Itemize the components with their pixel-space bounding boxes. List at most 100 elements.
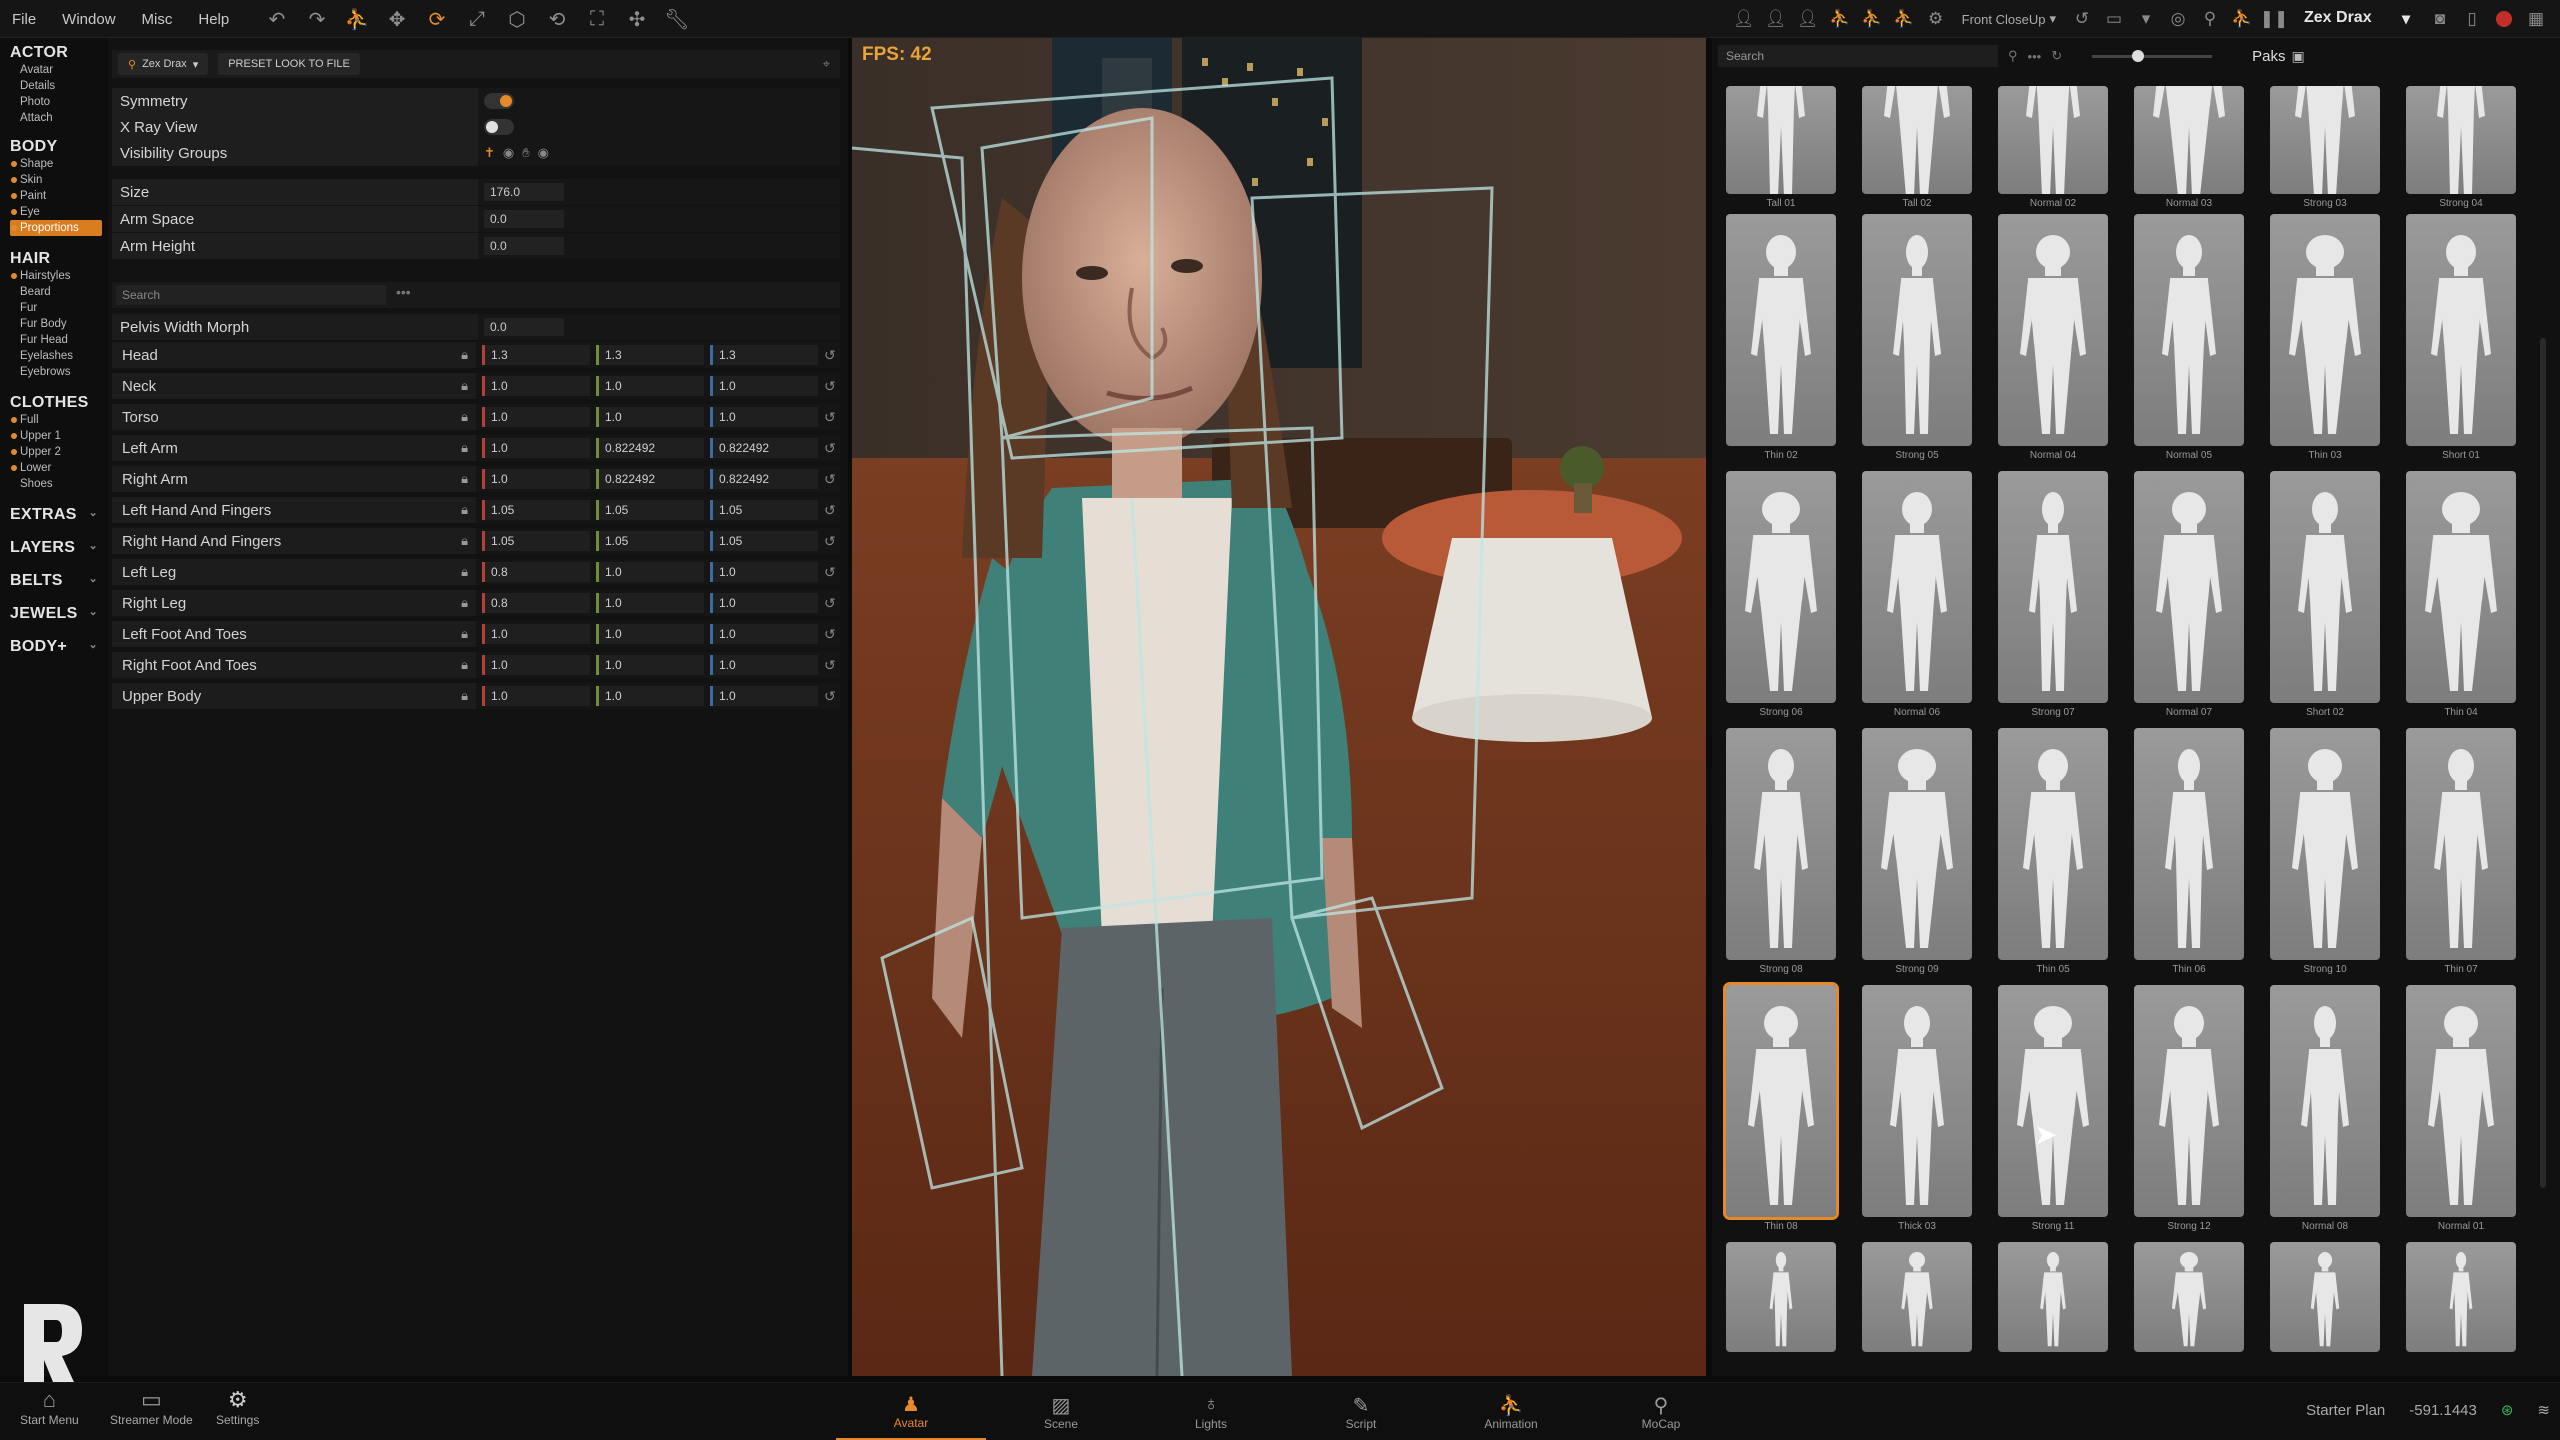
sidebar-item-eyelashes[interactable]: Eyelashes <box>10 348 108 364</box>
asset-tile[interactable]: Normal 01 <box>2406 985 2516 1233</box>
lock-icon[interactable]: 🔒︎ <box>461 347 468 363</box>
asset-tile[interactable]: Thick 03 <box>1862 985 1972 1233</box>
asset-tile[interactable]: Thin 04 <box>2406 471 2516 719</box>
gear-icon[interactable]: ⚙ <box>1922 4 1950 34</box>
redo-icon[interactable]: ↷ <box>302 4 332 34</box>
lock-icon[interactable]: 🔒︎ <box>461 626 468 642</box>
asset-tile[interactable] <box>2134 1242 2244 1362</box>
asset-tile[interactable]: Strong 08 <box>1726 728 1836 976</box>
sidebar-item-eye[interactable]: Eye <box>10 204 108 220</box>
lock-icon[interactable]: 🔒︎ <box>461 533 468 549</box>
z-input[interactable]: 1.0 <box>710 686 818 706</box>
loop-icon[interactable]: ⟲ <box>542 4 572 34</box>
size-input[interactable]: 176.0 <box>484 183 564 201</box>
z-input[interactable]: 1.0 <box>710 407 818 427</box>
sidebar-item-upper-1[interactable]: Upper 1 <box>10 428 108 444</box>
sidebar-item-attach[interactable]: Attach <box>10 110 108 126</box>
section-layers[interactable]: LAYERS ⌄ <box>10 539 108 557</box>
refresh-icon[interactable]: ↻ <box>2051 48 2062 64</box>
asset-tile[interactable]: Strong 06 <box>1726 471 1836 719</box>
tab-avatar[interactable]: ♟ Avatar <box>836 1383 986 1440</box>
section-belts[interactable]: BELTS ⌄ <box>10 572 108 590</box>
z-input[interactable]: 1.0 <box>710 624 818 644</box>
lock-icon[interactable]: 🔒︎ <box>461 409 468 425</box>
globe-icon[interactable]: ◎ <box>2164 4 2192 34</box>
sidebar-item-fur-body[interactable]: Fur Body <box>10 316 108 332</box>
reset-icon[interactable]: ↺ <box>824 533 840 550</box>
z-input[interactable]: 1.0 <box>710 655 818 675</box>
asset-tile[interactable]: Strong 10 <box>2270 728 2380 976</box>
sidebar-item-avatar[interactable]: Avatar <box>10 62 108 78</box>
lock-icon[interactable]: 🔒︎ <box>461 440 468 456</box>
camera-select[interactable]: Front CloseUp ▾ <box>1954 11 2064 27</box>
lock-icon[interactable]: 🔒︎ <box>461 688 468 704</box>
tab-script[interactable]: ✎ Script <box>1286 1383 1436 1440</box>
x-input[interactable]: 1.0 <box>482 469 590 489</box>
section-title[interactable]: BODY <box>10 138 108 156</box>
scrollbar[interactable] <box>2540 338 2546 1188</box>
tab-lights[interactable]: ♁ Lights <box>1136 1383 1286 1440</box>
video-camera-icon[interactable]: ▭ <box>2100 4 2128 34</box>
sidebar-item-paint[interactable]: Paint <box>10 188 108 204</box>
asset-tile[interactable]: Strong 12 <box>2134 985 2244 1233</box>
reset-icon[interactable]: ↺ <box>824 688 840 705</box>
asset-tile[interactable]: Strong 07 <box>1998 471 2108 719</box>
select-actors-icon[interactable]: ⛹ <box>342 4 372 34</box>
hand-icon[interactable]: ✋︎ <box>522 145 529 161</box>
asset-tile[interactable]: Thin 08 <box>1723 982 1839 1233</box>
asset-tile[interactable]: Normal 06 <box>1862 471 1972 719</box>
lock-icon[interactable]: 🔒︎ <box>461 595 468 611</box>
asset-tile[interactable]: Tall 01 <box>1726 86 1836 210</box>
x-input[interactable]: 1.0 <box>482 624 590 644</box>
eye-icon[interactable]: ◉ <box>503 145 514 161</box>
y-input[interactable]: 1.0 <box>596 562 704 582</box>
asset-tile[interactable]: Short 01 <box>2406 214 2516 462</box>
asset-tile[interactable]: Strong 09 <box>1862 728 1972 976</box>
reset-icon[interactable]: ↺ <box>824 440 840 457</box>
sidebar-item-fur[interactable]: Fur <box>10 300 108 316</box>
z-input[interactable]: 0.822492 <box>710 438 818 458</box>
reset-icon[interactable]: ↺ <box>824 657 840 674</box>
paks-button[interactable]: Paks ▣ <box>2252 48 2305 65</box>
sidebar-item-lower[interactable]: Lower <box>10 460 108 476</box>
z-input[interactable]: 1.05 <box>710 500 818 520</box>
undo-icon[interactable]: ↶ <box>262 4 292 34</box>
streamer-mode-button[interactable]: ▭ Streamer Mode <box>110 1387 193 1427</box>
reset-icon[interactable]: ↺ <box>824 409 840 426</box>
x-input[interactable]: 1.0 <box>482 407 590 427</box>
x-input[interactable]: 1.05 <box>482 531 590 551</box>
x-input[interactable]: 1.0 <box>482 376 590 396</box>
y-input[interactable]: 1.0 <box>596 686 704 706</box>
person-icon[interactable]: 👤︎ <box>1730 4 1758 34</box>
asset-tile[interactable]: Strong 03 <box>2270 86 2380 210</box>
arm-height-input[interactable]: 0.0 <box>484 237 564 255</box>
chevron-down-icon[interactable]: ▾ <box>2132 4 2160 34</box>
asset-tile[interactable]: Strong 04 <box>2406 86 2516 210</box>
settings-button[interactable]: ⚙ Settings <box>216 1387 259 1427</box>
figure-icon[interactable]: ✝ <box>484 145 495 161</box>
more-icon[interactable]: ••• <box>396 284 411 300</box>
section-title[interactable]: HAIR <box>10 250 108 268</box>
walk-icon[interactable]: ⛹ <box>1858 4 1886 34</box>
lock-icon[interactable]: 🔒︎ <box>461 471 468 487</box>
record-icon[interactable] <box>2496 11 2512 27</box>
sidebar-item-upper-2[interactable]: Upper 2 <box>10 444 108 460</box>
asset-tile[interactable]: Thin 07 <box>2406 728 2516 976</box>
menu-misc[interactable]: Misc <box>142 11 173 28</box>
asset-tile[interactable] <box>1862 1242 1972 1362</box>
asset-tile[interactable]: Thin 02 <box>1726 214 1836 462</box>
x-input[interactable]: 1.05 <box>482 500 590 520</box>
sidebar-item-photo[interactable]: Photo <box>10 94 108 110</box>
section-body-plus[interactable]: BODY+ ⌄ <box>10 638 108 656</box>
z-input[interactable]: 1.0 <box>710 562 818 582</box>
tab-animation[interactable]: ⛹ Animation <box>1436 1383 1586 1440</box>
asset-tile[interactable] <box>1726 1242 1836 1362</box>
tab-scene[interactable]: ▨ Scene <box>986 1383 1136 1440</box>
filter-icon[interactable]: ⚲ <box>2008 48 2018 64</box>
reset-icon[interactable]: ↺ <box>824 595 840 612</box>
x-input[interactable]: 0.8 <box>482 562 590 582</box>
pivot-icon[interactable]: ✣ <box>622 4 652 34</box>
x-input[interactable]: 1.0 <box>482 686 590 706</box>
pelvis-input[interactable]: 0.0 <box>484 318 564 336</box>
wrench-icon[interactable]: 🔧︎ <box>662 4 692 34</box>
